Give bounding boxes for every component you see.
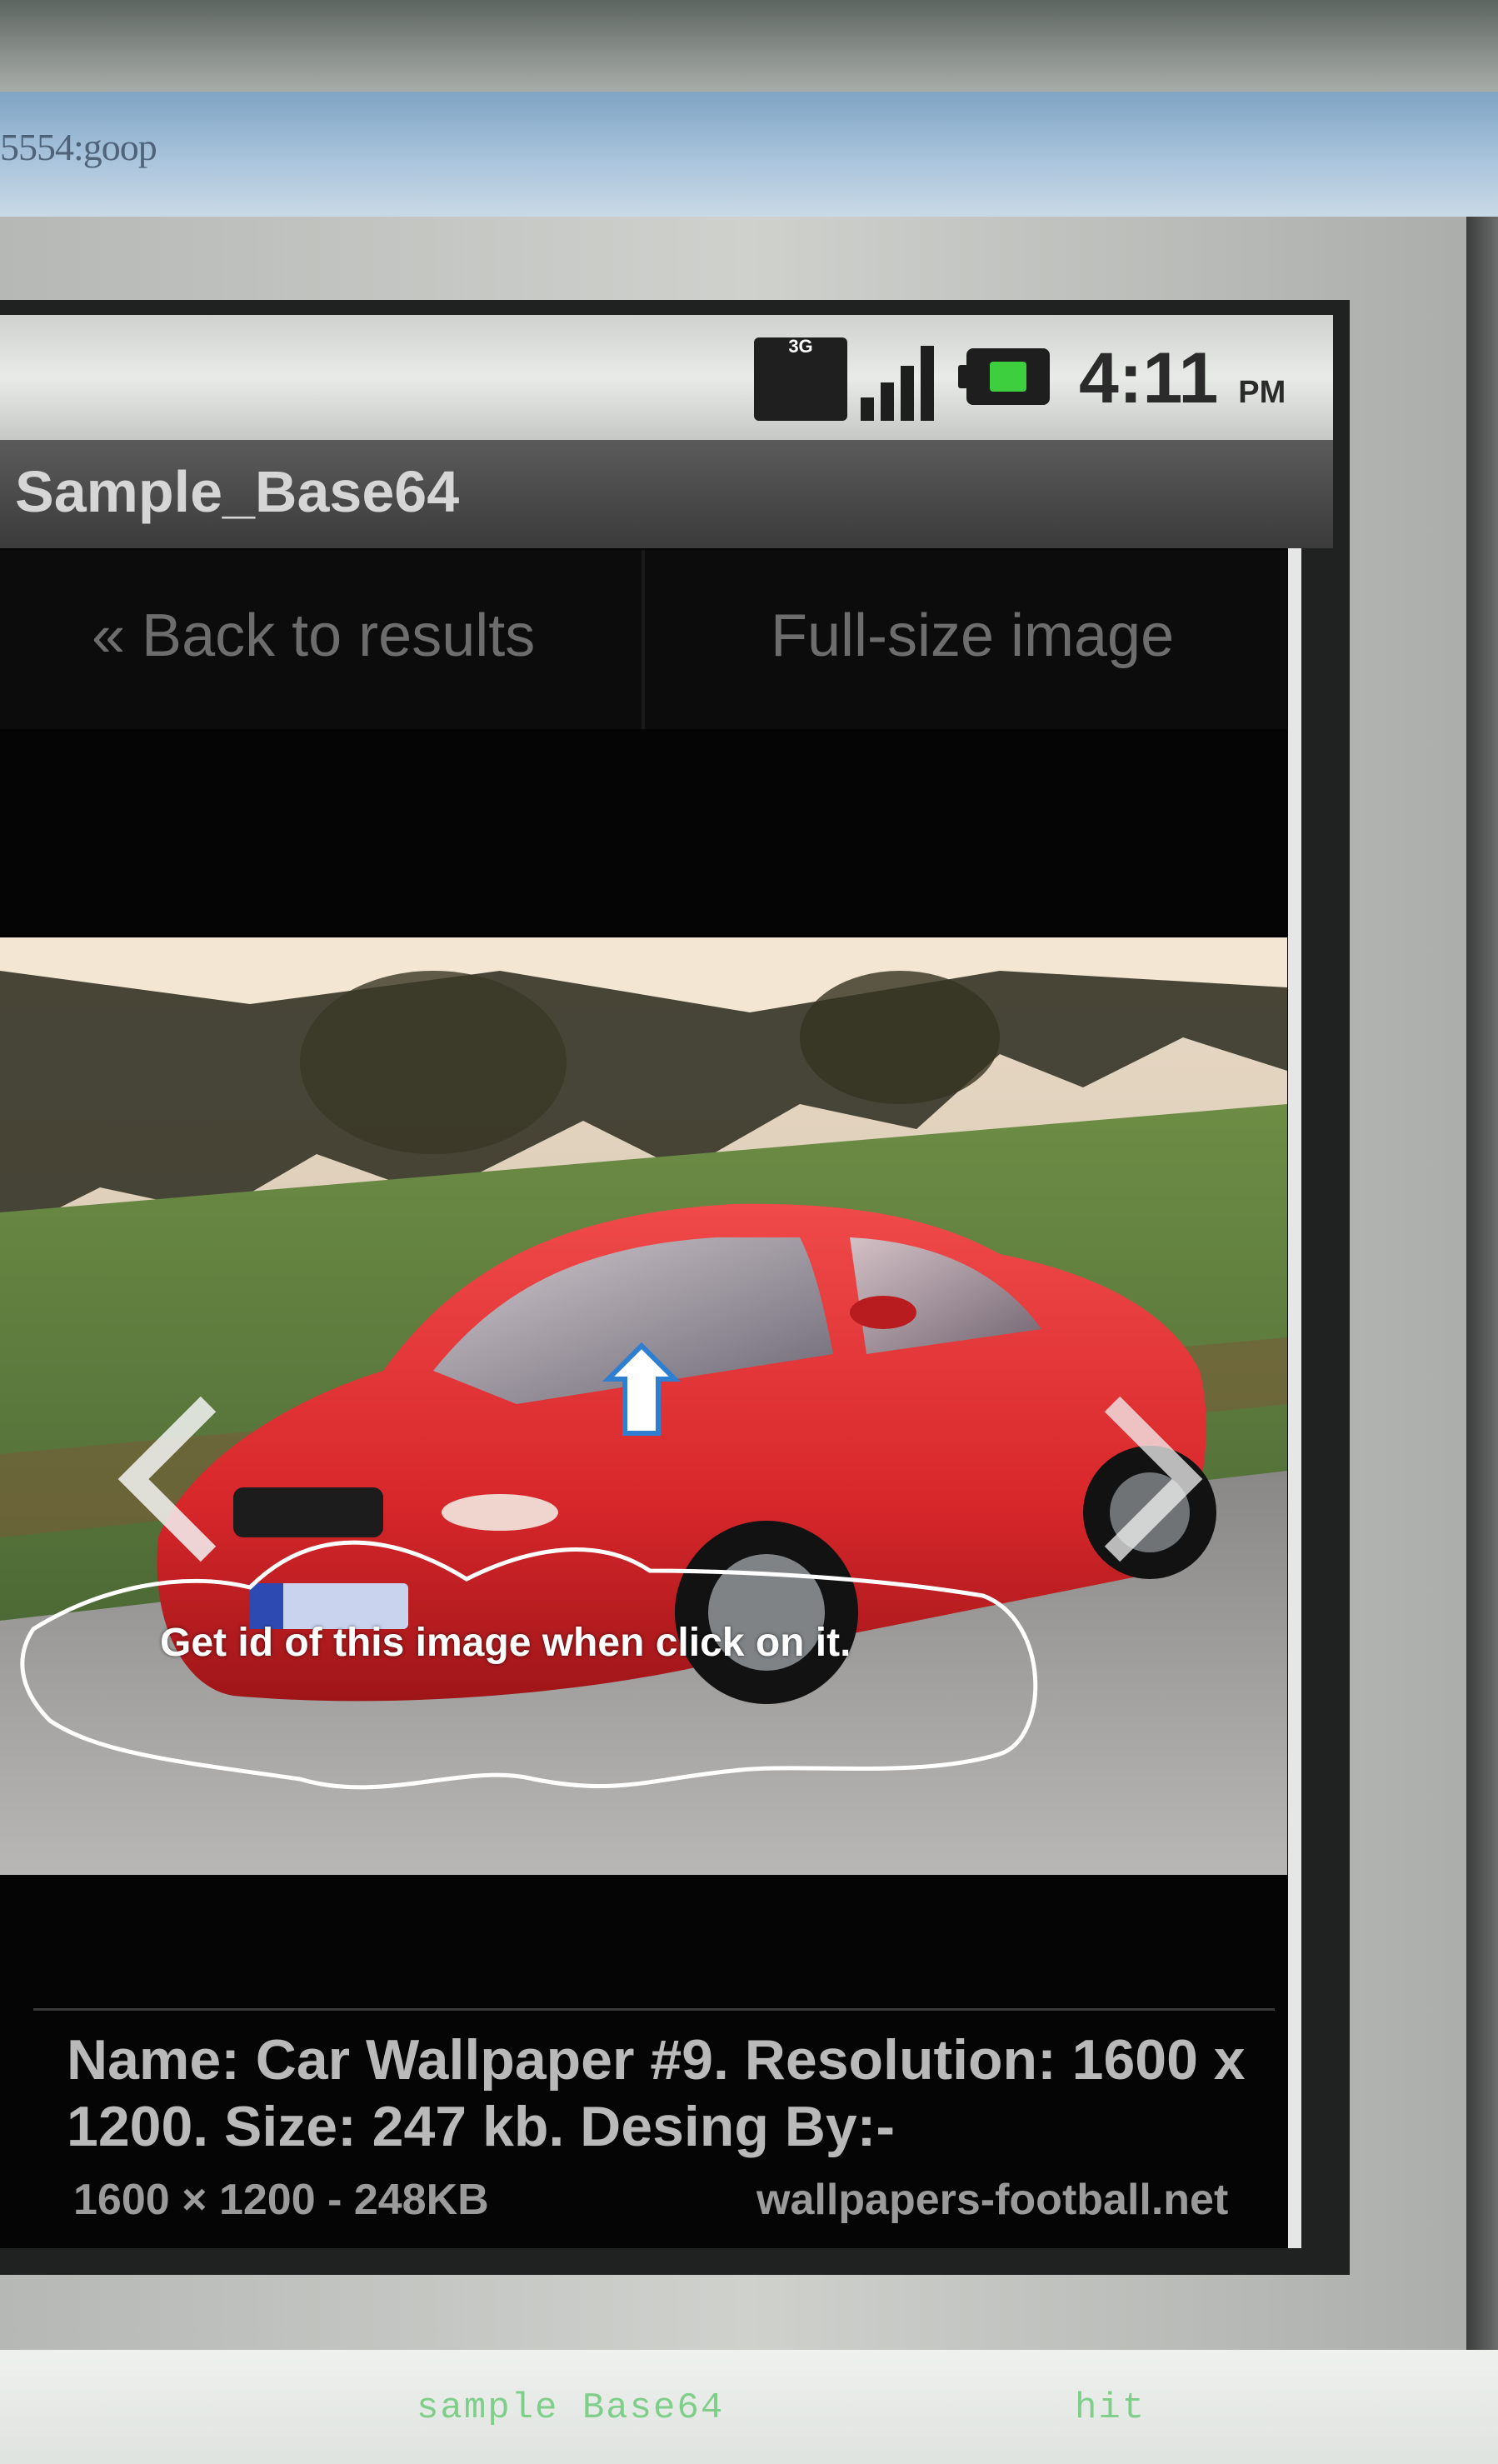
image-dimensions: 1600 × 1200 - 248KB <box>73 2176 489 2224</box>
taskbar-item-hit[interactable]: hit <box>1075 2387 1146 2429</box>
desktop-taskbar <box>0 2350 1498 2464</box>
status-clock: 4:11 PM <box>1079 337 1286 420</box>
nav-divider <box>642 550 645 729</box>
annotation-note: Get id of this image when click on it. <box>160 1621 851 1665</box>
app-title: Sample_Base64 <box>15 459 460 524</box>
network-type-label: 3G <box>788 336 813 357</box>
emulator-title: 5554:goop <box>0 126 157 168</box>
emulator-titlebar <box>0 92 1498 217</box>
scrollbar[interactable] <box>1288 548 1301 2248</box>
taskbar-item-sample[interactable]: sample Base64 <box>417 2387 724 2429</box>
clock-ampm: PM <box>1238 375 1286 410</box>
network-3g-icon: 3G <box>754 337 847 421</box>
battery-icon <box>958 348 1050 405</box>
monitor-bezel <box>0 0 1498 92</box>
back-to-results-button[interactable]: « Back to results <box>92 602 535 670</box>
car-wallpaper-image[interactable] <box>0 937 1287 1875</box>
full-size-image-button[interactable]: Full-size image <box>771 602 1174 670</box>
desktop-edge <box>1466 217 1498 2350</box>
image-caption: Name: Car Wallpaper #9. Resolution: 1600… <box>67 2028 1246 2158</box>
image-source-link[interactable]: wallpapers-football.net <box>756 2175 1228 2225</box>
clock-time: 4:11 <box>1079 338 1219 418</box>
caption-divider <box>33 2008 1275 2011</box>
signal-strength-icon <box>854 337 946 421</box>
